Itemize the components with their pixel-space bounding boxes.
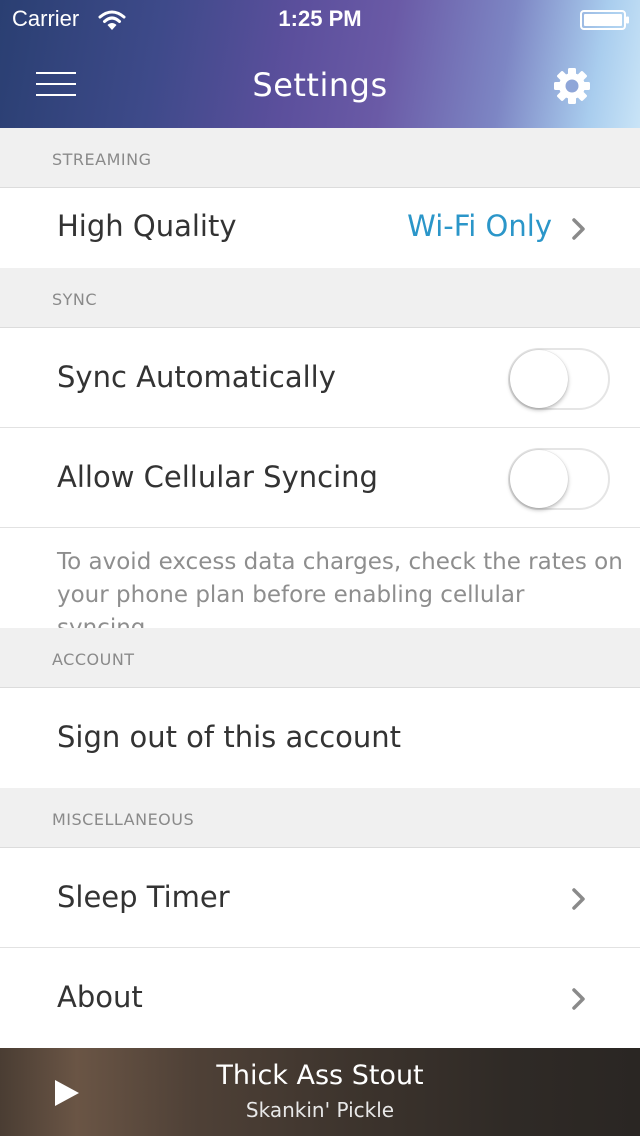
sync-automatically-row: Sync Automatically: [0, 328, 640, 428]
section-header-streaming: STREAMING: [0, 128, 640, 188]
section-header-miscellaneous: MISCELLANEOUS: [0, 788, 640, 848]
chevron-right-icon: [572, 218, 585, 240]
sync-automatically-toggle[interactable]: [508, 348, 610, 410]
track-artist: Skankin' Pickle: [245, 1098, 395, 1122]
toggle-knob: [510, 450, 568, 508]
gear-icon[interactable]: [553, 67, 591, 105]
page-title: Settings: [252, 66, 388, 104]
allow-cellular-toggle[interactable]: [508, 448, 610, 510]
sign-out-label: Sign out of this account: [57, 720, 402, 754]
mini-player[interactable]: Thick Ass Stout Skankin' Pickle: [0, 1048, 640, 1136]
high-quality-row[interactable]: High Quality Wi-Fi Only: [0, 188, 640, 268]
sleep-timer-row[interactable]: Sleep Timer: [0, 848, 640, 948]
nav-header: Carrier 1:25 PM Settings: [0, 0, 640, 128]
status-bar: Carrier 1:25 PM: [0, 0, 640, 40]
about-row[interactable]: About: [0, 948, 640, 1048]
high-quality-label: High Quality: [57, 209, 237, 243]
clock: 1:25 PM: [278, 6, 362, 31]
section-title: ACCOUNT: [52, 650, 135, 669]
about-label: About: [57, 980, 143, 1014]
sync-automatically-label: Sync Automatically: [57, 360, 336, 394]
section-title: STREAMING: [52, 150, 152, 169]
cellular-note: To avoid excess data charges, check the …: [0, 528, 640, 641]
high-quality-value: Wi-Fi Only: [407, 209, 552, 243]
toggle-knob: [510, 350, 568, 408]
section-header-sync: SYNC: [0, 268, 640, 328]
section-title: MISCELLANEOUS: [52, 810, 195, 829]
sign-out-row[interactable]: Sign out of this account: [0, 688, 640, 788]
battery-icon: [580, 10, 629, 30]
chevron-right-icon: [572, 988, 585, 1010]
sleep-timer-label: Sleep Timer: [57, 880, 230, 914]
chevron-right-icon: [572, 888, 585, 910]
allow-cellular-label: Allow Cellular Syncing: [57, 460, 378, 494]
section-title: SYNC: [52, 290, 98, 309]
allow-cellular-row: Allow Cellular Syncing: [0, 428, 640, 528]
track-title: Thick Ass Stout: [216, 1060, 424, 1091]
section-header-account: ACCOUNT: [0, 628, 640, 688]
